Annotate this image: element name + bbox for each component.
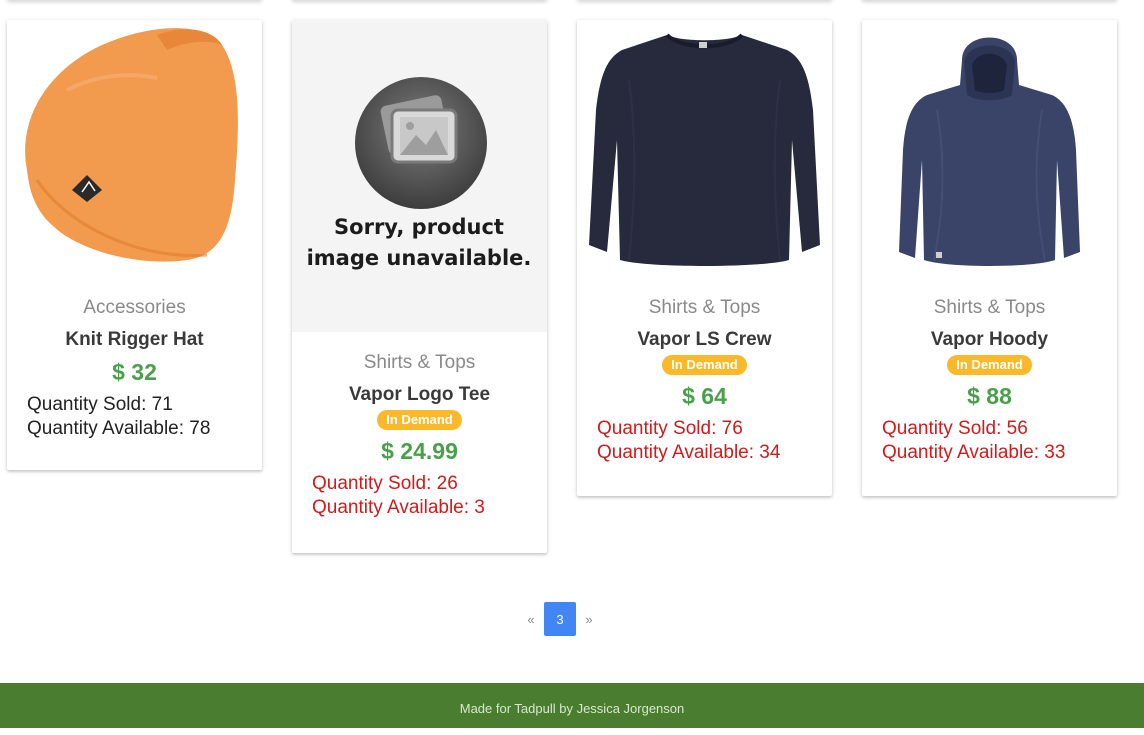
in-demand-badge: In Demand	[947, 355, 1032, 375]
quantity-sold: Quantity Sold: 26	[312, 473, 458, 494]
quantity-available: Quantity Available: 34	[597, 442, 781, 463]
product-image[interactable]	[577, 20, 832, 278]
product-image[interactable]	[7, 20, 262, 278]
quantity-info: Quantity Sold: 71 Quantity Available: 78	[7, 393, 262, 441]
quantity-available: Quantity Available: 78	[27, 418, 211, 439]
navy-long-sleeve-image	[589, 33, 820, 266]
image-unavailable-placeholder: Sorry, product image unavailable.	[307, 77, 532, 270]
previous-page-button[interactable]: «	[518, 612, 544, 627]
product-category: Shirts & Tops	[648, 297, 761, 318]
pagination: « 3 »	[518, 602, 602, 636]
quantity-available: Quantity Available: 3	[312, 497, 485, 518]
product-image[interactable]: Sorry, product image unavailable.	[292, 20, 547, 332]
product-name[interactable]: Vapor Hoody	[862, 329, 1117, 351]
in-demand-badge: In Demand	[662, 355, 747, 375]
product-price: $ 24.99	[381, 438, 458, 464]
product-card[interactable]: Shirts & Tops Vapor Hoody In Demand $ 88…	[862, 20, 1117, 496]
product-name[interactable]: Vapor Logo Tee	[292, 384, 547, 406]
product-card[interactable]: Shirts & Tops Vapor LS Crew In Demand $ …	[577, 20, 832, 496]
quantity-info: Quantity Sold: 26 Quantity Available: 3	[292, 472, 547, 520]
quantity-sold: Quantity Sold: 76	[597, 418, 743, 439]
navy-hoody-image	[899, 37, 1080, 266]
product-price: $ 32	[112, 359, 157, 385]
quantity-available: Quantity Available: 33	[882, 442, 1066, 463]
quantity-sold: Quantity Sold: 56	[882, 418, 1028, 439]
product-price: $ 64	[682, 383, 727, 409]
product-image[interactable]	[862, 20, 1117, 278]
product-category: Accessories	[83, 297, 186, 318]
quantity-info: Quantity Sold: 76 Quantity Available: 34	[577, 417, 832, 465]
product-name[interactable]: Vapor LS Crew	[577, 329, 832, 351]
product-category: Shirts & Tops	[363, 352, 476, 373]
in-demand-badge: In Demand	[377, 410, 462, 430]
next-page-button[interactable]: »	[576, 612, 602, 627]
quantity-info: Quantity Sold: 56 Quantity Available: 33	[862, 417, 1117, 465]
svg-text:Sorry, product: Sorry, product	[334, 215, 504, 239]
product-name[interactable]: Knit Rigger Hat	[7, 329, 262, 351]
product-card[interactable]: Accessories Knit Rigger Hat $ 32 Quantit…	[7, 20, 262, 470]
product-category: Shirts & Tops	[933, 297, 1046, 318]
footer: Made for Tadpull by Jessica Jorgenson	[0, 683, 1144, 728]
orange-beanie-image	[25, 28, 238, 262]
footer-credit: Made for Tadpull by Jessica Jorgenson	[459, 701, 685, 716]
product-card[interactable]: Sorry, product image unavailable. Shirts…	[292, 20, 547, 553]
page-3-button[interactable]: 3	[544, 602, 576, 636]
product-price: $ 88	[967, 383, 1012, 409]
svg-text:image unavailable.: image unavailable.	[307, 246, 532, 270]
quantity-sold: Quantity Sold: 71	[27, 394, 173, 415]
